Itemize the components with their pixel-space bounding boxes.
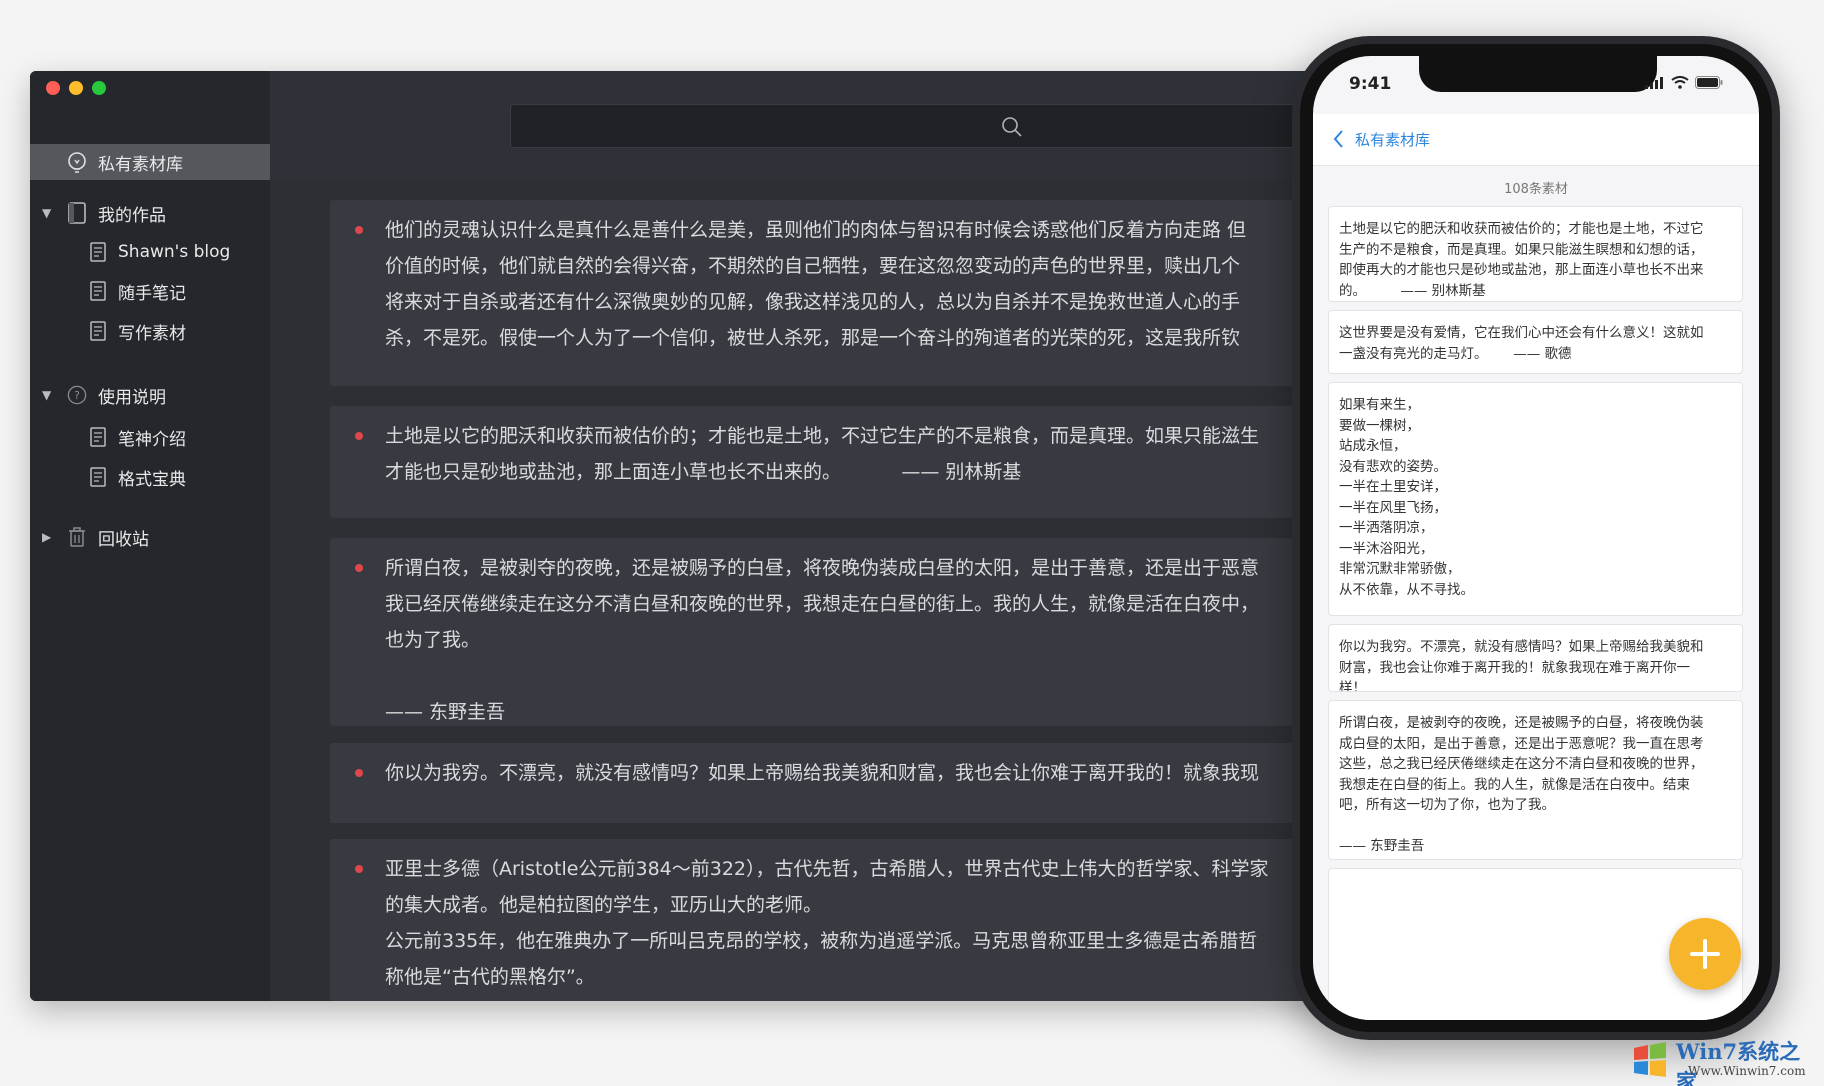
sidebar-item-label: 格式宝典 [118,469,186,490]
bullet-dot [355,865,363,873]
material-card[interactable]: 亚里士多德（Aristotle公元前384～前322），古代先哲，古希腊人，世界… [330,839,1340,1001]
mobile-material-card[interactable]: 这世界要是没有爱情，它在我们心中还会有什么意义！这就如 一盏没有亮光的走马灯。 … [1328,310,1743,374]
window-close-button[interactable] [46,81,60,95]
sidebar-item-label: 私有素材库 [98,154,183,175]
sidebar-item-label: 写作素材 [118,323,186,344]
document-icon [88,320,108,342]
mobile-material-card[interactable]: 土地是以它的肥沃和收获而被估价的；才能也是土地，不过它 生产的不是粮食，而是真理… [1328,206,1743,302]
sidebar-item-writing-material[interactable]: 写作素材 [30,313,270,349]
document-icon [88,280,108,302]
search-icon[interactable] [1001,116,1023,138]
bullet-dot [355,432,363,440]
status-icons [1645,76,1723,89]
bullet-dot [355,226,363,234]
lightbulb-icon [67,151,87,173]
sidebar-item-label: 随手笔记 [118,283,186,304]
sidebar-item-private-library[interactable]: 私有素材库 [30,144,270,180]
mobile-material-card[interactable]: 你以为我穷。不漂亮，就没有感情吗？如果上帝赐给我美貌和 财富，我也会让你难于离开… [1328,624,1743,692]
material-card[interactable]: 土地是以它的肥沃和收获而被估价的；才能也是土地，不过它生产的不是粮食，而是真理。… [330,406,1340,518]
add-material-button[interactable] [1669,918,1741,990]
sidebar-item-my-works[interactable]: ▼ 我的作品 [30,195,270,231]
watermark-url: Www.Winwin7.com [1688,1064,1806,1078]
battery-icon [1695,76,1723,89]
search-input[interactable] [510,104,1340,148]
notebook-icon [67,202,87,224]
mobile-nav-bar: 私有素材库 [1313,114,1759,166]
bullet-dot [355,564,363,572]
material-card[interactable]: 他们的灵魂认识什么是真什么是善什么是美，虽则他们的肉体与智识有时候会诱惑他们反着… [330,200,1340,386]
window-maximize-button[interactable] [92,81,106,95]
toolbar [270,71,1340,179]
help-icon: ? [67,384,87,406]
sidebar-item-format-guide[interactable]: 格式宝典 [30,459,270,495]
material-card[interactable]: 所谓白夜，是被剥夺的夜晚，还是被赐予的白昼，将夜晚伪装成白昼的太阳，是出于善意，… [330,538,1340,726]
sidebar-item-instructions[interactable]: ▼ ? 使用说明 [30,377,270,413]
sidebar-item-label: Shawn's blog [118,242,231,262]
sidebar-item-quick-notes[interactable]: 随手笔记 [30,273,270,309]
material-text: 他们的灵魂认识什么是真什么是善什么是美，虽则他们的肉体与智识有时候会诱惑他们反着… [385,219,1247,349]
svg-text:?: ? [74,389,80,402]
material-text: 所谓白夜，是被剥夺的夜晚，还是被赐予的白昼，将夜晚伪装成白昼的太阳，是出于善意，… [385,557,1260,723]
caret-down-icon[interactable]: ▼ [42,388,51,402]
window-minimize-button[interactable] [69,81,83,95]
main-content: 他们的灵魂认识什么是真什么是善什么是美，虽则他们的肉体与智识有时候会诱惑他们反着… [270,71,1340,1001]
mobile-material-card[interactable]: 如果有来生， 要做一棵树， 站成永恒， 没有悲欢的姿势。 一半在土里安详， 一半… [1328,382,1743,616]
wifi-icon [1671,76,1689,89]
sidebar: 私有素材库 ▼ 我的作品 Shawn's blog 随手笔记 写作素材 ▼ ? … [30,71,270,1001]
windows-logo-icon [1634,1042,1666,1077]
trash-icon [67,526,87,548]
signal-icon [1645,76,1663,89]
watermark: Win7系统之家 Www.Winwin7.com [1630,1036,1820,1086]
material-card[interactable]: 你以为我穷。不漂亮，就没有感情吗？如果上帝赐给我美貌和财富，我也会让你难于离开我… [330,743,1340,823]
sidebar-item-label: 笔神介绍 [118,429,186,450]
material-count: 108条素材 [1504,182,1568,197]
document-icon [88,426,108,448]
sidebar-item-label: 我的作品 [98,205,166,226]
bullet-dot [355,769,363,777]
material-text: 土地是以它的肥沃和收获而被估价的；才能也是土地，不过它生产的不是粮食，而是真理。… [385,425,1260,483]
status-time: 9:41 [1349,74,1392,94]
material-text: 你以为我穷。不漂亮，就没有感情吗？如果上帝赐给我美貌和财富，我也会让你难于离开我… [385,762,1260,784]
caret-right-icon[interactable]: ▶ [42,530,51,544]
material-text: 亚里士多德（Aristotle公元前384～前322），古代先哲，古希腊人，世界… [385,858,1269,988]
plus-icon [1690,939,1720,969]
phone-screen: 9:41 私有素材库 108条素材 土地是以它的肥沃和收获而被估价的；才能也是土… [1313,56,1759,1020]
phone-notch [1419,56,1657,92]
sidebar-item-label: 回收站 [98,529,149,550]
caret-down-icon[interactable]: ▼ [42,206,51,220]
sidebar-item-trash[interactable]: ▶ 回收站 [30,519,270,555]
sidebar-item-bishen-intro[interactable]: 笔神介绍 [30,419,270,455]
document-icon [88,466,108,488]
mobile-material-card[interactable]: 所谓白夜，是被剥夺的夜晚，还是被赐予的白昼，将夜晚伪装 成白昼的太阳，是出于善意… [1328,700,1743,860]
watermark-title: Win7系统之家 [1676,1039,1801,1086]
nav-title[interactable]: 私有素材库 [1355,129,1430,150]
chevron-left-icon[interactable] [1331,128,1345,150]
sidebar-item-shawns-blog[interactable]: Shawn's blog [30,234,270,270]
sidebar-item-label: 使用说明 [98,387,166,408]
document-icon [88,241,108,263]
desktop-app-window: 私有素材库 ▼ 我的作品 Shawn's blog 随手笔记 写作素材 ▼ ? … [30,71,1340,1001]
